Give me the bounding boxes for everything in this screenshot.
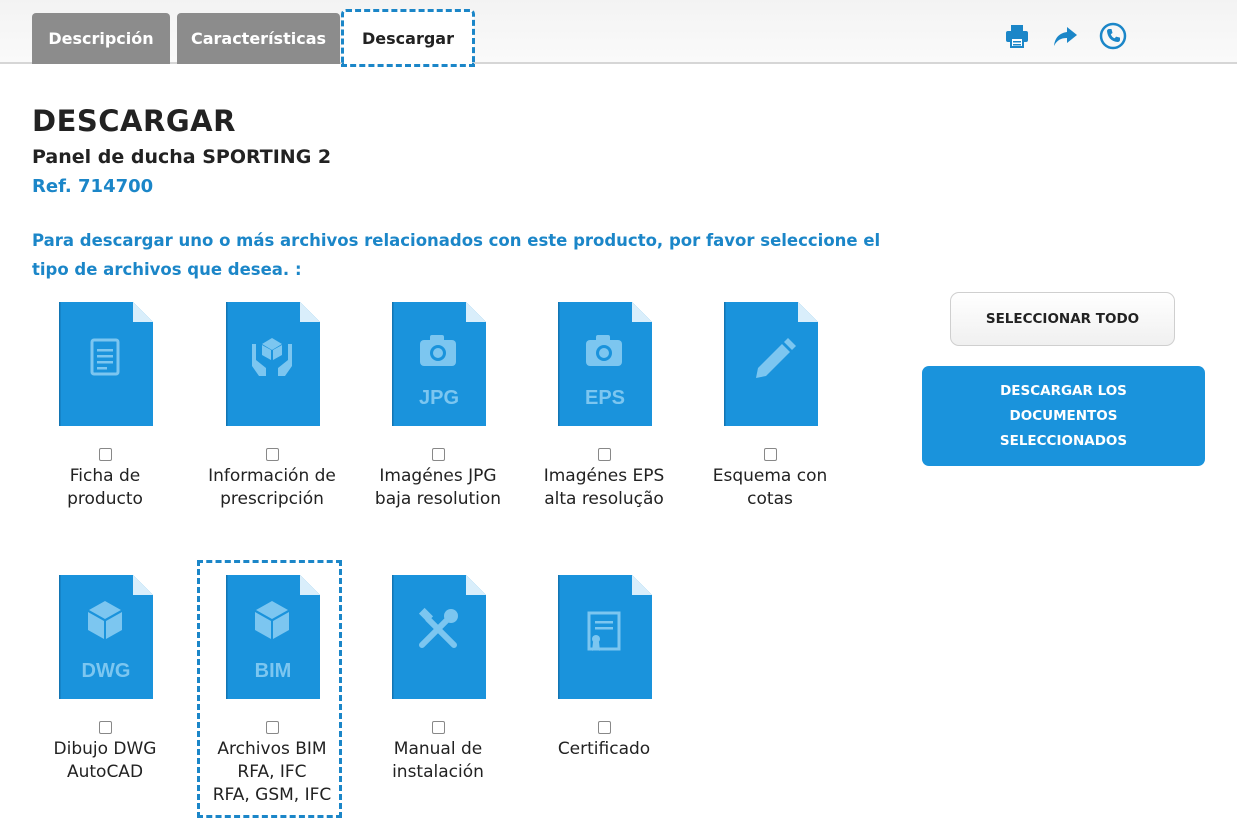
file-label-line: Imagénes JPG	[379, 466, 497, 486]
select-all-button[interactable]: SELECCIONAR TODO	[950, 292, 1175, 346]
file-icon[interactable]: BIM	[226, 573, 320, 701]
file-label-line: Certificado	[557, 739, 651, 759]
file-option: Esquema con cotas	[695, 300, 845, 511]
file-label-line: producto	[67, 489, 143, 509]
file-option: BIM Archivos BIM RFA, IFC RFA, GSM, IFC	[197, 573, 347, 807]
file-checkbox[interactable]	[265, 448, 279, 461]
file-option: Ficha de producto	[30, 300, 180, 511]
share-icon[interactable]	[1051, 22, 1079, 50]
file-badge: DWG	[82, 660, 131, 682]
product-name: Panel de ducha SPORTING 2	[32, 146, 332, 168]
tab-descripcion[interactable]: Descripción	[32, 13, 170, 64]
file-icon[interactable]	[724, 300, 818, 428]
instructions-text: Para descargar uno o más archivos relaci…	[32, 231, 881, 279]
file-label-line: Imagénes EPS	[543, 466, 665, 486]
file-option: Certificado	[529, 573, 679, 761]
file-checkbox[interactable]	[98, 448, 112, 461]
file-label-line: Manual de	[393, 739, 483, 759]
file-label-line: baja resolution	[374, 489, 502, 509]
file-label-line: Ficha de	[69, 466, 141, 486]
file-icon[interactable]	[392, 573, 486, 701]
file-badge: JPG	[419, 387, 459, 409]
file-icon[interactable]: DWG	[59, 573, 153, 701]
file-label: Información de prescripción	[197, 465, 347, 511]
file-label: Dibujo DWG AutoCAD	[30, 738, 180, 784]
file-label-line: Dibujo DWG	[53, 739, 157, 759]
product-reference: Ref. 714700	[32, 176, 154, 197]
file-label-line: RFA, GSM, IFC	[212, 785, 332, 805]
file-label: Ficha de producto	[30, 465, 180, 511]
file-checkbox[interactable]	[265, 721, 279, 734]
page-title: DESCARGAR	[32, 104, 236, 138]
file-option: DWG Dibujo DWG AutoCAD	[30, 573, 180, 784]
tab-caracteristicas[interactable]: Características	[177, 13, 340, 64]
download-selected-button[interactable]: DESCARGAR LOS DOCUMENTOS SELECCIONADOS	[922, 366, 1205, 466]
file-label-line: cotas	[747, 489, 793, 509]
file-checkbox[interactable]	[431, 448, 445, 461]
tab-descargar[interactable]: Descargar	[341, 9, 475, 67]
file-icon[interactable]	[558, 573, 652, 701]
file-label: Imagénes EPS alta resolução	[529, 465, 679, 511]
file-label-line: alta resolução	[544, 489, 664, 509]
file-option: JPG Imagénes JPG baja resolution	[363, 300, 513, 511]
file-icon[interactable]: EPS	[558, 300, 652, 428]
phone-icon[interactable]	[1099, 22, 1127, 50]
file-label-line: RFA, IFC	[237, 762, 307, 782]
file-label: Certificado	[529, 738, 679, 761]
file-badge: EPS	[585, 387, 625, 409]
file-icon[interactable]	[59, 300, 153, 428]
file-label-line: Información de	[208, 466, 336, 486]
file-label: Archivos BIM RFA, IFC RFA, GSM, IFC	[197, 738, 347, 807]
file-option: EPS Imagénes EPS alta resolução	[529, 300, 679, 511]
file-icon[interactable]: JPG	[392, 300, 486, 428]
file-icon[interactable]	[226, 300, 320, 428]
file-label: Imagénes JPG baja resolution	[363, 465, 513, 511]
file-label-line: instalación	[392, 762, 484, 782]
toolbar-icons	[1003, 22, 1127, 50]
file-label-line: Archivos BIM	[217, 739, 327, 759]
file-checkbox[interactable]	[763, 448, 777, 461]
file-label: Esquema con cotas	[695, 465, 845, 511]
file-checkbox[interactable]	[431, 721, 445, 734]
file-checkbox[interactable]	[98, 721, 112, 734]
file-badge: BIM	[255, 660, 292, 682]
file-label-line: prescripción	[220, 489, 324, 509]
file-checkbox[interactable]	[597, 448, 611, 461]
file-option: Información de prescripción	[197, 300, 347, 511]
file-label-line: Esquema con	[712, 466, 828, 486]
printer-icon[interactable]	[1003, 22, 1031, 50]
file-option: Manual de instalación	[363, 573, 513, 784]
file-checkbox[interactable]	[597, 721, 611, 734]
tab-bar: Descripción Características Descargar	[0, 0, 1237, 67]
file-label: Manual de instalación	[363, 738, 513, 784]
file-label-line: AutoCAD	[66, 762, 144, 782]
